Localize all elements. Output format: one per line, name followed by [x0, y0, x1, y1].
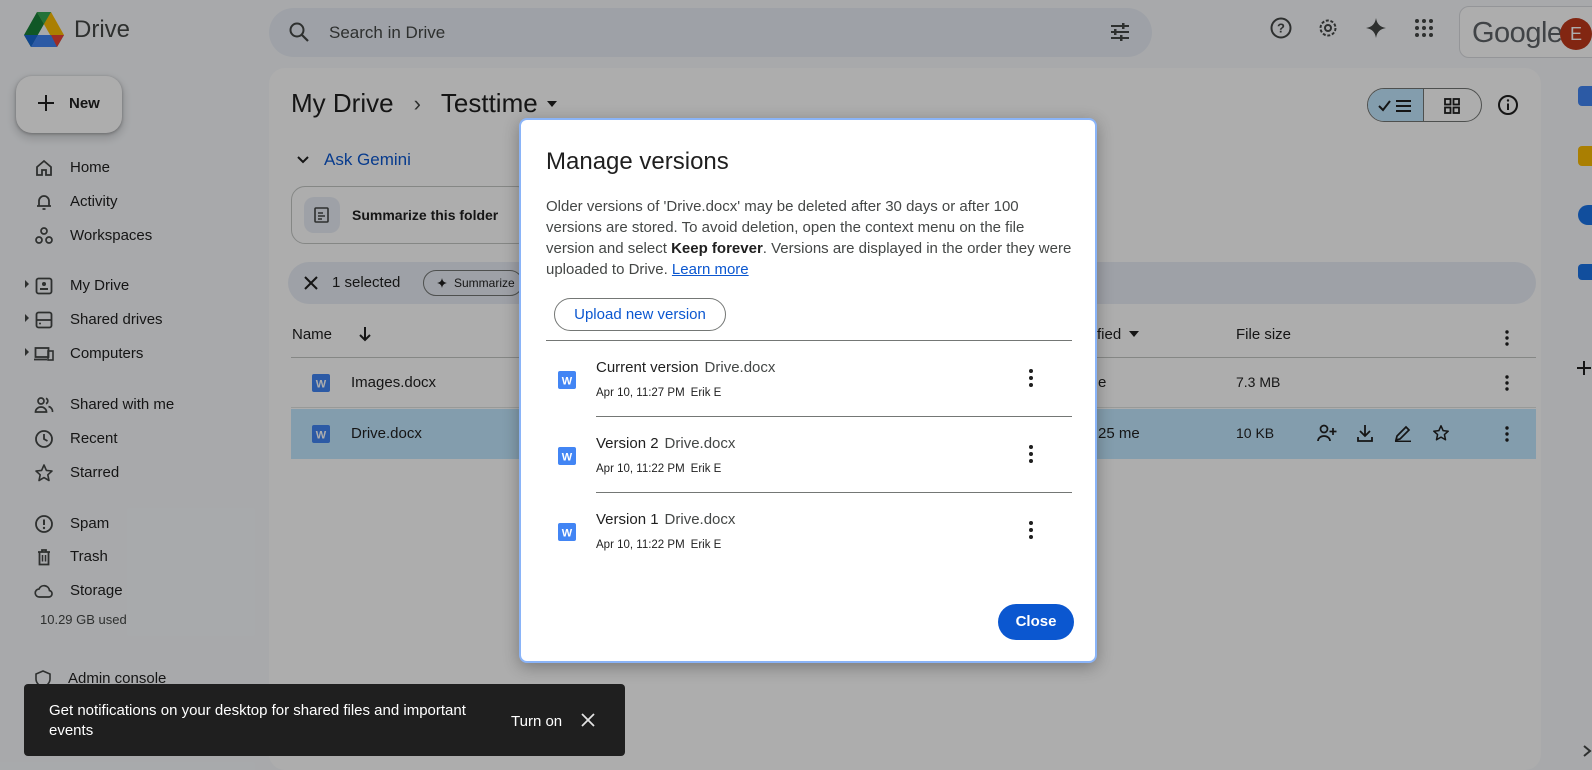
version-file-name: Drive.docx	[664, 435, 736, 452]
word-doc-icon: W	[558, 523, 576, 541]
version-date: Apr 10, 11:22 PM	[596, 463, 685, 475]
version-label: Version 2	[596, 435, 659, 452]
version-author: Erik E	[690, 387, 722, 399]
version-file-name: Drive.docx	[664, 511, 736, 528]
dialog-description: Older versions of 'Drive.docx' may be de…	[546, 196, 1076, 280]
version-title: Version 2 Drive.docx	[596, 435, 735, 452]
svg-text:W: W	[562, 452, 573, 464]
dialog-title: Manage versions	[546, 148, 729, 175]
version-row[interactable]: W Version 2 Drive.docx Apr 10, 11:22 PM Er…	[546, 417, 1072, 493]
version-meta: Apr 10, 11:22 PM Erik E	[596, 463, 721, 475]
version-author: Erik E	[690, 539, 722, 551]
word-doc-icon: W	[558, 371, 576, 389]
version-file-name: Drive.docx	[704, 359, 776, 376]
version-row[interactable]: W Current version Drive.docx Apr 10, 11:2…	[546, 341, 1072, 417]
snackbar-message: Get notifications on your desktop for sh…	[49, 702, 466, 739]
version-meta: Apr 10, 11:22 PM Erik E	[596, 539, 721, 551]
notification-snackbar: Get notifications on your desktop for sh…	[24, 684, 625, 756]
version-label: Version 1	[596, 511, 659, 528]
version-author: Erik E	[690, 463, 722, 475]
svg-text:W: W	[562, 528, 573, 540]
learn-more-link[interactable]: Learn more	[672, 261, 749, 278]
svg-text:W: W	[562, 376, 573, 388]
desc-bold-text: Keep forever	[671, 240, 763, 257]
turn-on-button[interactable]: Turn on	[511, 713, 562, 730]
version-label: Current version	[596, 359, 699, 376]
version-meta: Apr 10, 11:27 PM Erik E	[596, 387, 721, 399]
version-title: Current version Drive.docx	[596, 359, 775, 376]
more-vert-icon[interactable]	[1029, 521, 1033, 539]
version-date: Apr 10, 11:22 PM	[596, 539, 685, 551]
more-vert-icon[interactable]	[1029, 445, 1033, 463]
more-vert-icon[interactable]	[1029, 369, 1033, 387]
version-title: Version 1 Drive.docx	[596, 511, 735, 528]
close-button[interactable]: Close	[998, 604, 1074, 640]
manage-versions-dialog: Manage versions Older versions of 'Drive…	[519, 118, 1097, 663]
version-row[interactable]: W Version 1 Drive.docx Apr 10, 11:22 PM Er…	[546, 493, 1072, 569]
version-date: Apr 10, 11:27 PM	[596, 387, 685, 399]
close-icon[interactable]	[580, 712, 596, 728]
word-doc-icon: W	[558, 447, 576, 465]
upload-new-version-button[interactable]: Upload new version	[554, 298, 726, 331]
